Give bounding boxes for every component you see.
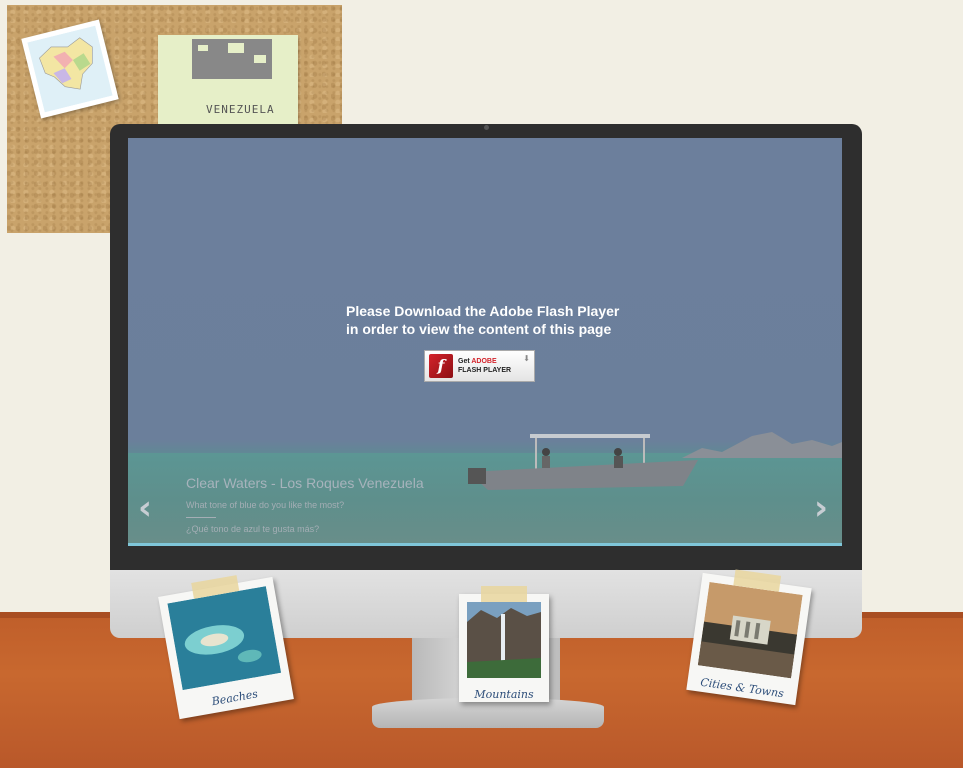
flash-adobe-label: ADOBE	[471, 358, 497, 365]
prev-slide-button[interactable]: ‹	[138, 488, 152, 528]
flash-message-line2: in order to view the content of this pag…	[346, 321, 612, 337]
mountains-photo	[467, 602, 541, 678]
flash-player-label: PLAYER	[483, 367, 512, 374]
camera-icon	[484, 125, 489, 130]
get-flash-player-button[interactable]: f Get ADOBE FLASH PLAYER ⬇	[424, 350, 535, 382]
venezuela-logo-icon	[192, 39, 272, 79]
slide-subtitle-es: ¿Qué tono de azul te gusta más?	[186, 524, 320, 534]
venezuela-note: VENEZUELA	[158, 35, 298, 125]
polaroid-caption-mountains: Mountains	[474, 688, 534, 701]
polaroid-beaches[interactable]: Beaches	[158, 575, 294, 720]
flash-get-label: Get	[458, 358, 470, 365]
slideshow-screen: Please Download the Adobe Flash Player i…	[128, 138, 842, 546]
screen-accent-bar	[128, 543, 842, 546]
polaroid-mountains[interactable]: Mountains	[459, 586, 549, 702]
polaroid-cities[interactable]: Cities & Towns	[686, 569, 812, 706]
download-arrow-icon: ⬇	[523, 354, 530, 363]
caption-divider	[186, 517, 216, 518]
slide-subtitle-en: What tone of blue do you like the most?	[186, 500, 345, 510]
cities-photo	[697, 581, 803, 679]
flash-button-text: Get ADOBE FLASH PLAYER	[458, 357, 511, 375]
beaches-photo	[167, 586, 282, 691]
flash-message-line1: Please Download the Adobe Flash Player	[346, 303, 620, 319]
monitor-base	[372, 698, 604, 728]
flash-message: Please Download the Adobe Flash Player i…	[346, 302, 619, 338]
flash-product-label: FLASH	[458, 367, 482, 374]
next-slide-button[interactable]: ›	[814, 488, 828, 528]
tape-strip	[481, 586, 527, 602]
boat-image	[468, 434, 698, 490]
flash-logo-icon: f	[429, 354, 453, 378]
map-icon	[27, 25, 113, 113]
note-label: VENEZUELA	[206, 103, 275, 116]
slide-title: Clear Waters - Los Roques Venezuela	[186, 475, 424, 491]
